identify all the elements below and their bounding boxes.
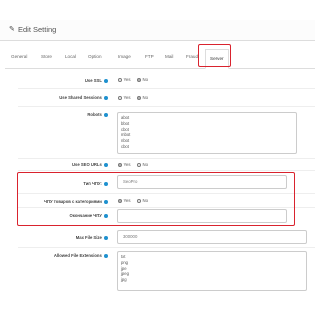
max-file-size-label: Max File Size (76, 235, 108, 240)
pencil-icon: ✎ (9, 26, 15, 33)
divider (18, 88, 315, 89)
help-icon (104, 78, 108, 83)
tab-ftp[interactable]: FTP (145, 54, 154, 59)
tab-local[interactable]: Local (65, 54, 76, 59)
robots-line: cbot (121, 143, 129, 149)
allowed-ext-textarea[interactable]: txt png jpe jpeg jpg (117, 251, 307, 291)
ext-line: jpg (121, 277, 127, 283)
help-icon (104, 162, 108, 167)
seo-urls-label: Use SEO URLs (72, 162, 108, 167)
max-file-size-field[interactable]: 300000 (117, 230, 307, 244)
divider (18, 158, 315, 159)
shared-sessions-yes-radio[interactable]: Yes (118, 95, 131, 100)
seo-urls-no-radio[interactable]: No (137, 162, 148, 167)
help-icon (104, 112, 108, 117)
divider (18, 170, 315, 171)
robots-textarea[interactable]: abot bbot cbot mbot nbot cbot (117, 112, 297, 154)
tab-store[interactable]: Store (41, 54, 52, 59)
highlight-server-tab (198, 44, 231, 67)
use-ssl-no-radio[interactable]: No (137, 77, 148, 82)
panel-heading: ✎ Edit Setting (0, 20, 315, 41)
shared-sessions-label: Use Shared Sessions (59, 95, 108, 100)
tab-general[interactable]: General (11, 54, 27, 59)
robots-label: Robots (87, 112, 108, 117)
seo-urls-yes-radio[interactable]: Yes (118, 162, 131, 167)
help-icon (104, 253, 108, 258)
use-ssl-label: Use SSL (85, 78, 108, 83)
shared-sessions-no-radio[interactable]: No (137, 95, 148, 100)
highlight-seo-box (17, 172, 295, 226)
panel-title: Edit Setting (18, 25, 57, 34)
use-ssl-yes-radio[interactable]: Yes (118, 77, 131, 82)
tab-image[interactable]: Image (118, 54, 131, 59)
allowed-ext-label: Allowed File Extensions (54, 253, 108, 258)
tab-mail[interactable]: Mail (165, 54, 173, 59)
help-icon (104, 235, 108, 240)
tab-fraud[interactable]: Fraud (186, 54, 198, 59)
divider (18, 247, 315, 248)
tab-option[interactable]: Option (88, 54, 102, 59)
divider (18, 106, 315, 107)
settings-tabs: General Store Local Option Image FTP Mai… (5, 46, 315, 69)
help-icon (104, 95, 108, 100)
